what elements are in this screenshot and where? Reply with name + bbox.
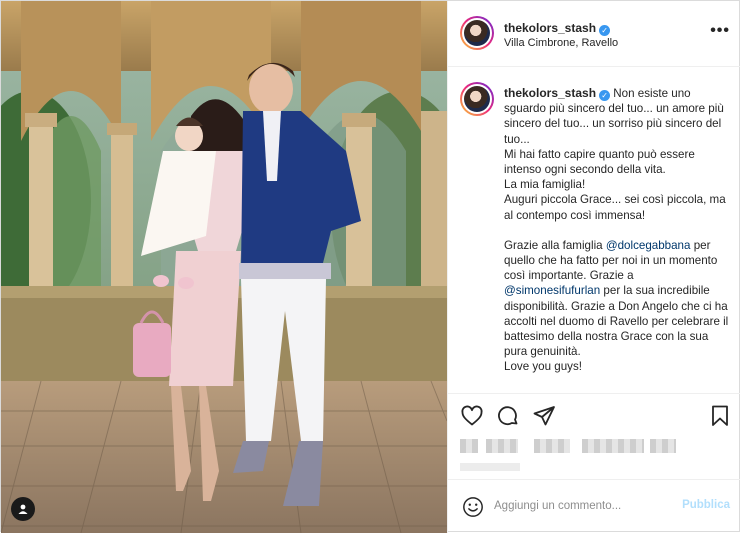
family-photo-illustration bbox=[1, 1, 447, 533]
caption-line-4: Auguri piccola Grace... sei così piccola… bbox=[504, 193, 726, 222]
caption-section: thekolors_stash ✓ Non esiste uno sguardo … bbox=[448, 68, 740, 392]
add-comment-bar: Pubblica bbox=[448, 479, 740, 533]
caption-line-2: Mi hai fatto capire quanto può essere in… bbox=[504, 147, 695, 177]
liker-name-redacted bbox=[534, 439, 570, 453]
user-icon bbox=[18, 504, 28, 514]
paper-plane-icon[interactable] bbox=[532, 404, 556, 428]
verified-badge-icon: ✓ bbox=[599, 25, 611, 36]
likes-row-redacted bbox=[460, 439, 730, 455]
timestamp-redacted bbox=[460, 463, 520, 471]
author-username[interactable]: thekolors_stash bbox=[504, 21, 596, 35]
tagged-users-icon[interactable] bbox=[11, 497, 35, 521]
liker-avatar-redacted bbox=[460, 439, 478, 453]
author-name-row: thekolors_stash ✓ bbox=[504, 19, 611, 37]
instagram-post: thekolors_stash ✓ Villa Cimbrone, Ravello… bbox=[0, 0, 740, 533]
likes-count-redacted bbox=[650, 439, 676, 453]
post-actions-bar bbox=[448, 393, 740, 437]
publish-button[interactable]: Pubblica bbox=[682, 499, 730, 511]
post-location[interactable]: Villa Cimbrone, Ravello bbox=[504, 37, 618, 49]
caption-line-3: La mia famiglia! bbox=[504, 178, 586, 192]
comment-input[interactable] bbox=[494, 494, 664, 518]
comment-icon[interactable] bbox=[496, 404, 520, 428]
post-header: thekolors_stash ✓ Villa Cimbrone, Ravello… bbox=[448, 1, 740, 67]
caption-username[interactable]: thekolors_stash bbox=[504, 86, 596, 100]
caption-closing: Love you guys! bbox=[504, 360, 582, 374]
post-caption: thekolors_stash ✓ Non esiste uno sguardo … bbox=[504, 86, 730, 375]
heart-icon[interactable] bbox=[460, 404, 484, 428]
mention-link-simonesifufurlan[interactable]: @simonesifufurlan bbox=[504, 284, 600, 297]
post-photo[interactable] bbox=[1, 1, 447, 533]
author-avatar[interactable] bbox=[460, 16, 494, 50]
bookmark-icon[interactable] bbox=[708, 404, 732, 428]
caption-author-avatar[interactable] bbox=[460, 82, 494, 116]
smile-icon[interactable] bbox=[462, 496, 484, 518]
liker-name-redacted bbox=[486, 439, 518, 453]
more-options-icon[interactable]: ••• bbox=[710, 22, 730, 40]
mention-link-dolcegabbana[interactable]: @dolcegabbana bbox=[606, 239, 691, 252]
caption-thanks-1: Grazie alla famiglia bbox=[504, 238, 603, 252]
post-side-panel: thekolors_stash ✓ Villa Cimbrone, Ravello… bbox=[447, 1, 740, 533]
verified-badge-icon: ✓ bbox=[599, 90, 611, 101]
likes-text-redacted bbox=[582, 439, 644, 453]
